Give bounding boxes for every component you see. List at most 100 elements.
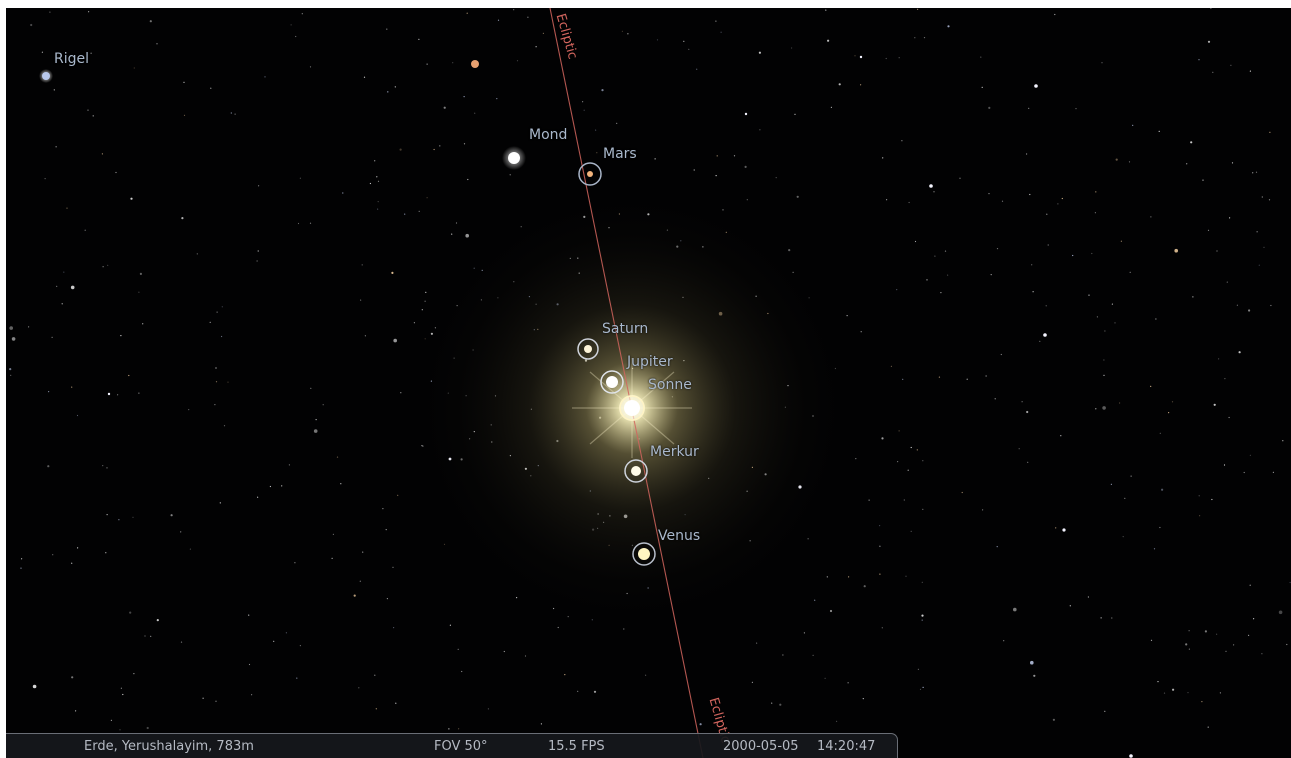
background-star	[836, 720, 838, 723]
background-star	[61, 303, 63, 305]
background-star	[1211, 498, 1213, 501]
background-star	[733, 155, 736, 157]
background-star	[395, 702, 397, 704]
status-bar: Erde, Yerushalayim, 783m FOV 50° 15.5 FP…	[6, 733, 898, 758]
background-star	[391, 271, 394, 274]
background-star	[595, 129, 597, 131]
background-star	[824, 677, 826, 679]
background-star	[421, 309, 423, 311]
background-star	[903, 499, 905, 501]
background-star	[299, 645, 301, 647]
background-star	[458, 728, 460, 730]
background-star	[101, 153, 103, 155]
background-star	[374, 160, 376, 162]
jupiter-planet	[606, 376, 618, 388]
background-star	[1249, 584, 1251, 586]
background-star	[139, 272, 142, 275]
background-star	[848, 576, 850, 578]
background-star	[418, 210, 420, 212]
background-star	[846, 315, 848, 317]
background-star	[455, 222, 458, 224]
background-star	[1253, 618, 1255, 620]
background-star	[181, 217, 184, 220]
background-star	[1216, 250, 1218, 252]
background-star	[901, 140, 903, 142]
background-star	[902, 378, 904, 380]
background-star	[393, 338, 398, 343]
background-star	[1039, 340, 1041, 342]
background-star	[910, 446, 912, 449]
background-star	[1062, 528, 1066, 532]
background-star	[106, 467, 108, 469]
background-star	[1087, 596, 1089, 598]
background-star	[76, 414, 79, 417]
background-star	[1186, 163, 1188, 165]
background-star	[1261, 196, 1263, 198]
background-star	[825, 9, 827, 11]
background-star	[985, 375, 987, 377]
background-star	[120, 687, 122, 689]
background-star	[71, 562, 73, 564]
background-star	[513, 9, 515, 11]
sky-view[interactable]: Rigel Mond Mars Saturn Jupiter Sonne Mer…	[6, 8, 1291, 758]
background-star	[9, 368, 12, 371]
background-star	[1072, 254, 1074, 257]
background-star	[1150, 385, 1152, 387]
background-star	[1258, 264, 1260, 266]
background-star	[223, 425, 226, 427]
background-star	[142, 323, 144, 325]
background-star	[70, 285, 75, 290]
background-star	[1100, 617, 1102, 619]
background-star	[564, 674, 566, 676]
background-star	[923, 37, 926, 39]
background-star	[77, 547, 79, 549]
background-star	[827, 39, 830, 42]
background-star	[966, 378, 968, 380]
background-star	[52, 554, 54, 556]
background-star	[433, 148, 435, 151]
background-star	[1111, 617, 1113, 619]
background-star	[457, 648, 459, 651]
background-star	[1122, 536, 1124, 538]
background-star	[1249, 70, 1251, 72]
background-star	[53, 89, 55, 91]
background-star	[56, 285, 58, 287]
background-star	[359, 580, 361, 582]
background-star	[264, 76, 266, 78]
background-star	[353, 594, 356, 597]
background-star	[49, 11, 51, 13]
merkur-planet	[631, 466, 641, 476]
background-star	[340, 483, 342, 485]
background-star	[150, 635, 152, 637]
background-star	[296, 677, 298, 679]
background-star	[376, 176, 378, 178]
background-star	[465, 233, 470, 238]
background-star	[295, 35, 297, 38]
background-star	[487, 708, 489, 710]
background-star	[394, 86, 396, 88]
background-star	[63, 271, 65, 273]
background-star	[48, 391, 50, 393]
background-star	[1248, 634, 1250, 637]
background-star	[313, 429, 318, 433]
background-star	[1000, 353, 1002, 356]
background-star	[130, 197, 133, 200]
background-star	[133, 673, 135, 675]
background-star	[149, 20, 152, 23]
background-star	[1103, 359, 1105, 361]
background-star	[1095, 408, 1097, 410]
background-star	[914, 240, 917, 243]
background-star	[133, 67, 135, 69]
background-star	[1255, 171, 1258, 173]
background-star	[847, 682, 849, 684]
background-star	[66, 207, 68, 209]
background-star	[1027, 461, 1029, 463]
background-star	[1033, 674, 1036, 677]
background-star	[463, 96, 465, 98]
background-star	[1187, 692, 1189, 694]
background-star	[258, 185, 260, 187]
background-star	[1210, 8, 1212, 9]
background-star	[309, 66, 312, 68]
background-star	[1238, 351, 1241, 354]
background-star	[516, 60, 519, 62]
